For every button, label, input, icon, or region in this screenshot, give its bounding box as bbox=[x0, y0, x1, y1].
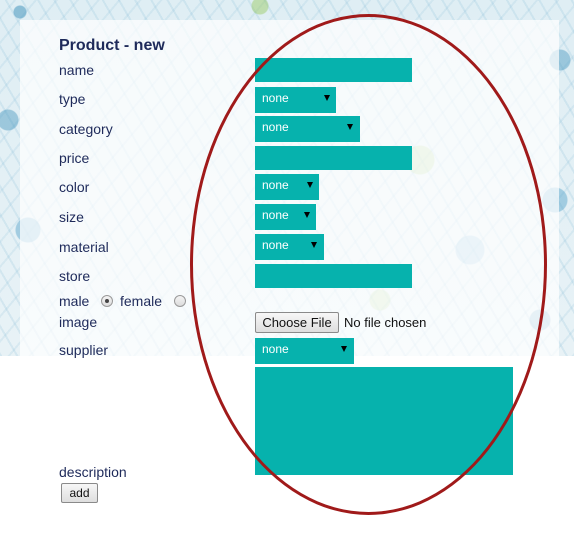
female-radio[interactable] bbox=[174, 295, 186, 307]
dropdown-arrow-icon bbox=[347, 124, 353, 130]
price-input[interactable] bbox=[255, 146, 412, 170]
category-select[interactable]: none bbox=[255, 116, 360, 142]
dropdown-arrow-icon bbox=[341, 346, 347, 352]
size-select-value: none bbox=[262, 208, 289, 222]
type-label: type bbox=[59, 91, 86, 107]
name-input[interactable] bbox=[255, 58, 412, 82]
type-select[interactable]: none bbox=[255, 87, 336, 113]
store-label: store bbox=[59, 268, 91, 284]
price-label: price bbox=[59, 150, 90, 166]
description-textarea[interactable] bbox=[255, 367, 513, 475]
category-select-value: none bbox=[262, 120, 289, 134]
dropdown-arrow-icon bbox=[304, 212, 310, 218]
material-select[interactable]: none bbox=[255, 234, 324, 260]
size-select[interactable]: none bbox=[255, 204, 316, 230]
type-select-value: none bbox=[262, 91, 289, 105]
choose-file-button[interactable]: Choose File bbox=[255, 312, 339, 333]
female-label: female bbox=[120, 293, 163, 309]
description-label: description bbox=[59, 464, 127, 480]
supplier-label: supplier bbox=[59, 342, 109, 358]
size-label: size bbox=[59, 209, 84, 225]
male-radio[interactable] bbox=[101, 295, 113, 307]
dropdown-arrow-icon bbox=[311, 242, 317, 248]
material-label: material bbox=[59, 239, 109, 255]
material-select-value: none bbox=[262, 238, 289, 252]
color-select-value: none bbox=[262, 178, 289, 192]
name-label: name bbox=[59, 62, 95, 78]
male-label: male bbox=[59, 293, 90, 309]
color-label: color bbox=[59, 179, 90, 195]
form-title: Product - new bbox=[59, 37, 165, 54]
dropdown-arrow-icon bbox=[324, 95, 330, 101]
supplier-select-value: none bbox=[262, 342, 289, 356]
category-label: category bbox=[59, 121, 113, 137]
supplier-select[interactable]: none bbox=[255, 338, 354, 364]
file-status: No file chosen bbox=[344, 315, 427, 330]
image-label: image bbox=[59, 314, 98, 330]
add-button[interactable]: add bbox=[61, 483, 98, 503]
color-select[interactable]: none bbox=[255, 174, 319, 200]
dropdown-arrow-icon bbox=[307, 182, 313, 188]
store-input[interactable] bbox=[255, 264, 412, 288]
